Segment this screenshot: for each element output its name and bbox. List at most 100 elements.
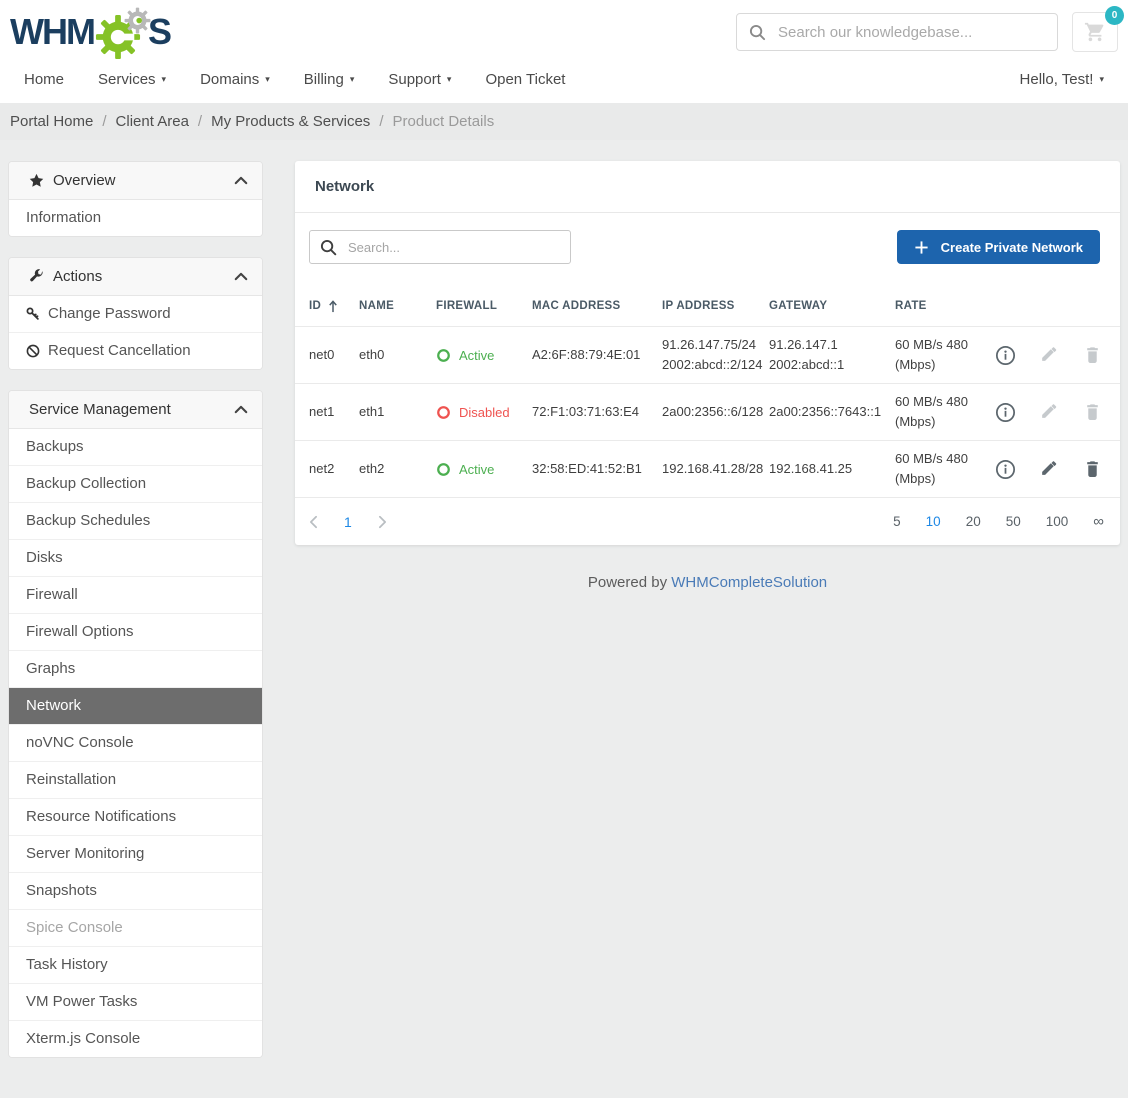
column-header-firewall[interactable]: FIREWALL	[436, 300, 532, 312]
sidebar-item-vm-power-tasks[interactable]: VM Power Tasks	[9, 984, 262, 1021]
create-private-network-button[interactable]: Create Private Network	[897, 230, 1100, 264]
breadcrumb-portal-home[interactable]: Portal Home	[10, 113, 93, 130]
previous-page-icon[interactable]	[309, 515, 318, 529]
sidebar-item-xtermjs-console[interactable]: Xterm.js Console	[9, 1021, 262, 1057]
sidebar-item-resource-notifications[interactable]: Resource Notifications	[9, 799, 262, 836]
page-size-5[interactable]: 5	[893, 514, 901, 529]
nav-item-domains[interactable]: Domains▾	[200, 71, 270, 88]
breadcrumb-separator: /	[198, 113, 202, 130]
cell-mac: 72:F1:03:71:63:E4	[532, 402, 662, 422]
cell-mac: 32:58:ED:41:52:B1	[532, 459, 662, 479]
breadcrumb-client-area[interactable]: Client Area	[116, 113, 189, 130]
firewall-status: Active	[436, 348, 532, 363]
page-size-100[interactable]: 100	[1046, 514, 1069, 529]
status-ring-icon	[436, 462, 451, 477]
edit-icon[interactable]	[1039, 345, 1060, 366]
column-header-rate[interactable]: RATE	[895, 300, 983, 312]
edit-icon[interactable]	[1039, 459, 1060, 480]
chevron-down-icon: ▾	[350, 75, 355, 84]
sidebar: Overview Information Actions	[8, 161, 263, 1078]
breadcrumb-separator: /	[102, 113, 106, 130]
star-icon	[29, 173, 44, 188]
sidebar-item-network[interactable]: Network	[9, 688, 262, 725]
nav-item-home[interactable]: Home	[24, 71, 64, 88]
network-panel: Network Create Private Network	[295, 161, 1120, 545]
nav-item-billing[interactable]: Billing▾	[304, 71, 355, 88]
cell-gateway: 91.26.147.1 2002:abcd::1	[769, 335, 895, 375]
powered-by-text: Powered by	[588, 574, 667, 591]
whmcompletesolution-link[interactable]: WHMCompleteSolution	[671, 574, 827, 591]
key-icon	[26, 307, 40, 321]
footer: Powered by WHMCompleteSolution	[295, 574, 1120, 591]
delete-icon[interactable]	[1083, 402, 1104, 423]
table-search-input[interactable]	[346, 239, 560, 256]
sidebar-item-request-cancellation[interactable]: Request Cancellation	[9, 333, 262, 369]
page-title: Network	[295, 161, 1120, 213]
sidebar-item-firewall[interactable]: Firewall	[9, 577, 262, 614]
sidebar-item-information[interactable]: Information	[9, 200, 262, 236]
status-label: Active	[459, 462, 494, 477]
edit-icon[interactable]	[1039, 402, 1060, 423]
actions-panel-header[interactable]: Actions	[9, 258, 262, 296]
service-management-panel: Service Management Backups Backup Collec…	[8, 390, 263, 1058]
delete-icon[interactable]	[1083, 345, 1104, 366]
sidebar-item-spice-console[interactable]: Spice Console	[9, 910, 262, 947]
chevron-up-icon	[234, 271, 248, 282]
column-header-ip-address[interactable]: IP ADDRESS	[662, 300, 769, 312]
nav-item-open-ticket[interactable]: Open Ticket	[485, 71, 565, 88]
sidebar-item-firewall-options[interactable]: Firewall Options	[9, 614, 262, 651]
nav-item-support[interactable]: Support▾	[388, 71, 451, 88]
status-ring-icon	[436, 405, 451, 420]
status-ring-icon	[436, 348, 451, 363]
column-header-id[interactable]: ID	[309, 300, 359, 313]
whmcs-logo[interactable]: WHM	[10, 10, 170, 54]
logo-text-whm: WHM	[10, 14, 94, 50]
cell-rate: 60 MB/s 480 (Mbps)	[895, 392, 983, 432]
info-icon[interactable]	[995, 345, 1016, 366]
cell-rate: 60 MB/s 480 (Mbps)	[895, 449, 983, 489]
sidebar-item-novnc-console[interactable]: noVNC Console	[9, 725, 262, 762]
breadcrumb: Portal Home / Client Area / My Products …	[0, 103, 1128, 140]
pagination: 1 5 10 20 50 100 ∞	[295, 497, 1120, 545]
sidebar-item-backups[interactable]: Backups	[9, 429, 262, 466]
sidebar-item-disks[interactable]: Disks	[9, 540, 262, 577]
sidebar-item-backup-collection[interactable]: Backup Collection	[9, 466, 262, 503]
sidebar-item-task-history[interactable]: Task History	[9, 947, 262, 984]
column-header-mac-address[interactable]: MAC ADDRESS	[532, 300, 662, 312]
page-number[interactable]: 1	[344, 514, 352, 530]
sidebar-item-graphs[interactable]: Graphs	[9, 651, 262, 688]
nav-item-services[interactable]: Services▾	[98, 71, 166, 88]
sidebar-item-reinstallation[interactable]: Reinstallation	[9, 762, 262, 799]
page-size-unlimited[interactable]: ∞	[1093, 513, 1104, 530]
service-management-panel-header[interactable]: Service Management	[9, 391, 262, 429]
cell-rate: 60 MB/s 480 (Mbps)	[895, 335, 983, 375]
knowledgebase-search-input[interactable]	[776, 23, 1045, 42]
sidebar-item-change-password[interactable]: Change Password	[9, 296, 262, 333]
info-icon[interactable]	[995, 459, 1016, 480]
chevron-down-icon: ▾	[447, 75, 452, 84]
cart-icon	[1084, 21, 1106, 43]
cell-name: eth0	[359, 345, 436, 365]
delete-icon[interactable]	[1083, 459, 1104, 480]
page-size-50[interactable]: 50	[1006, 514, 1021, 529]
overview-panel-header[interactable]: Overview	[9, 162, 262, 200]
sidebar-item-backup-schedules[interactable]: Backup Schedules	[9, 503, 262, 540]
sidebar-item-server-monitoring[interactable]: Server Monitoring	[9, 836, 262, 873]
page-size-10[interactable]: 10	[926, 514, 941, 529]
info-icon[interactable]	[995, 402, 1016, 423]
overview-panel: Overview Information	[8, 161, 263, 237]
column-header-gateway[interactable]: GATEWAY	[769, 300, 895, 312]
cell-mac: A2:6F:88:79:4E:01	[532, 345, 662, 365]
chevron-down-icon: ▾	[1099, 75, 1104, 84]
page-size-20[interactable]: 20	[966, 514, 981, 529]
breadcrumb-my-products[interactable]: My Products & Services	[211, 113, 370, 130]
cell-ip: 2a00:2356::6/128	[662, 402, 769, 422]
cart-button[interactable]: 0	[1072, 12, 1118, 52]
sidebar-item-snapshots[interactable]: Snapshots	[9, 873, 262, 910]
next-page-icon[interactable]	[378, 515, 387, 529]
table-search	[309, 230, 571, 264]
account-menu[interactable]: Hello, Test!▾	[1020, 71, 1104, 88]
small-gear-icon	[124, 7, 151, 34]
column-header-name[interactable]: NAME	[359, 300, 436, 312]
knowledgebase-search	[736, 13, 1058, 51]
